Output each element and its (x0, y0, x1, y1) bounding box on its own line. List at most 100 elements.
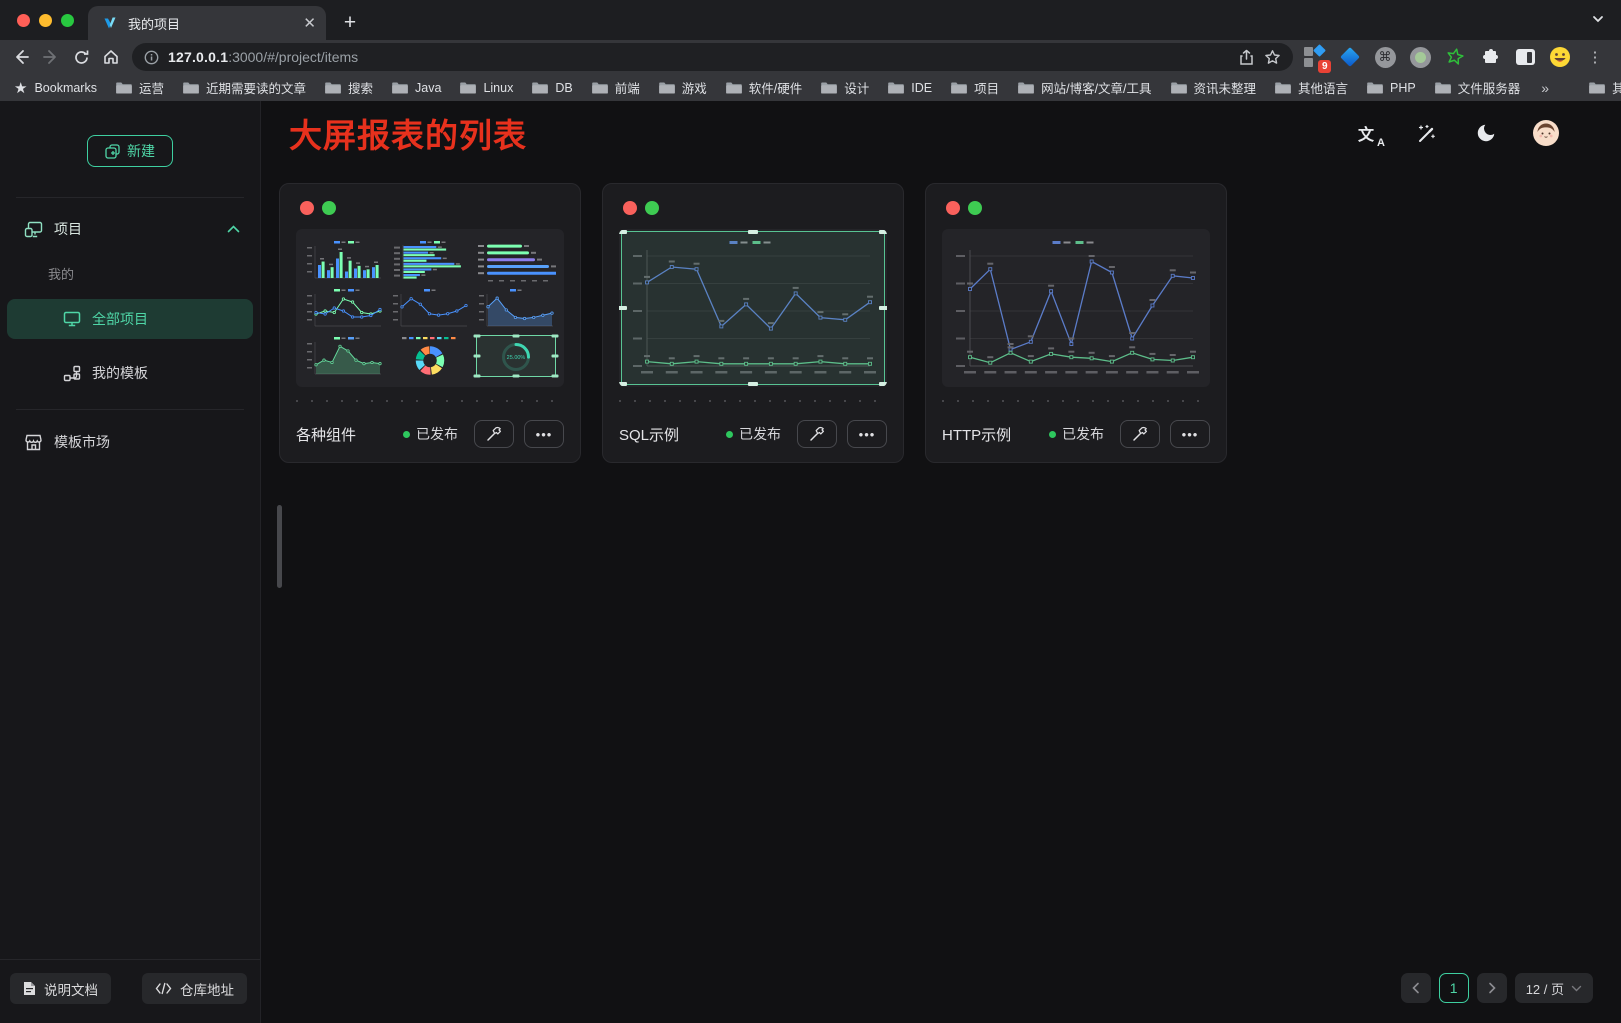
bookmark-folder[interactable]: 搜索 (325, 78, 373, 97)
folder-icon (183, 81, 199, 94)
dotted-divider (296, 400, 564, 402)
repository-button[interactable]: 仓库地址 (142, 973, 247, 1004)
zoom-window-button[interactable] (61, 14, 74, 27)
bookmark-folder[interactable]: Java (392, 81, 441, 95)
extension-record-icon[interactable] (1408, 45, 1432, 69)
bookmark-folder[interactable]: 设计 (821, 78, 869, 97)
project-thumbnail[interactable] (619, 229, 887, 387)
bookmark-folder[interactable]: 其他语言 (1275, 78, 1348, 97)
edit-project-button[interactable] (797, 420, 837, 448)
browser-menu-icon[interactable]: ⋮ (1583, 45, 1607, 69)
bookmark-folder[interactable]: DB (532, 81, 572, 95)
prev-page-button[interactable] (1401, 973, 1431, 1003)
tab-close-icon[interactable]: ✕ (303, 16, 316, 31)
magic-wand-icon[interactable] (1413, 120, 1439, 146)
extension-command-icon[interactable]: ⌘ (1373, 45, 1397, 69)
hammer-icon (486, 426, 502, 442)
red-dot (946, 201, 960, 215)
tab-search-chevron-icon[interactable] (1591, 12, 1605, 31)
bookmarks-root[interactable]: ★ Bookmarks (14, 79, 97, 97)
document-icon (23, 981, 36, 996)
sidebar-item-all-projects[interactable]: 全部项目 (7, 299, 253, 339)
more-actions-button[interactable]: ••• (847, 420, 887, 448)
mini-chart (302, 285, 386, 331)
bookmarks-overflow-chevron[interactable]: » (1539, 80, 1551, 96)
status-dot (403, 431, 410, 438)
reload-button[interactable] (66, 43, 96, 71)
dark-mode-moon-icon[interactable] (1473, 120, 1499, 146)
current-page-button[interactable]: 1 (1439, 973, 1469, 1003)
extension-gem-icon[interactable] (1338, 45, 1362, 69)
new-project-button[interactable]: 新建 (87, 135, 173, 167)
bookmark-folder[interactable]: 项目 (951, 78, 999, 97)
more-actions-button[interactable]: ••• (1170, 420, 1210, 448)
bookmark-folder[interactable]: PHP (1367, 81, 1416, 95)
new-tab-button[interactable]: + (336, 9, 364, 37)
docs-button[interactable]: 说明文档 (10, 973, 111, 1004)
tab-title: 我的项目 (128, 14, 293, 33)
share-icon[interactable] (1238, 49, 1255, 66)
bookmark-folder[interactable]: 前端 (592, 78, 640, 97)
url-bar[interactable]: 127.0.0.1:3000/#/project/items (132, 43, 1293, 71)
status-badge: 已发布 (726, 424, 781, 444)
sidebar-item-template-market[interactable]: 模板市场 (7, 422, 253, 462)
folder-icon (1589, 81, 1605, 94)
card-window-dots (942, 196, 1210, 215)
other-bookmarks[interactable]: 其他书签 (1589, 78, 1621, 97)
bookmark-folder[interactable]: 游戏 (659, 78, 707, 97)
bookmark-folder[interactable]: 资讯未整理 (1171, 78, 1257, 97)
bookmark-folder[interactable]: 网站/博客/文章/工具 (1018, 78, 1151, 97)
user-avatar[interactable] (1533, 120, 1559, 146)
edit-project-button[interactable] (1120, 420, 1160, 448)
folder-icon (1171, 81, 1187, 94)
hammer-icon (1132, 426, 1148, 442)
sidebar-footer: 说明文档 仓库地址 (0, 959, 260, 1023)
bookmark-folder[interactable]: 近期需要读的文章 (183, 78, 306, 97)
extensions-puzzle-icon[interactable] (1478, 45, 1502, 69)
bookmark-folder[interactable]: IDE (888, 81, 932, 95)
copy-plus-icon (105, 144, 120, 159)
project-thumbnail[interactable]: 25.00% (296, 229, 564, 387)
back-button[interactable] (6, 43, 36, 71)
page-info-icon[interactable] (144, 50, 159, 65)
minimize-window-button[interactable] (39, 14, 52, 27)
browser-tab[interactable]: 我的项目 ✕ (88, 6, 326, 40)
hammer-icon (809, 426, 825, 442)
forward-button[interactable] (36, 43, 66, 71)
template-flow-icon (63, 365, 81, 382)
main-content: 大屏报表的列表 文A (261, 101, 1621, 1023)
edit-project-button[interactable] (474, 420, 514, 448)
extension-star-icon[interactable] (1443, 45, 1467, 69)
folder-icon (116, 81, 132, 94)
sidebar-section-project[interactable]: 项目 (0, 198, 260, 239)
profile-avatar-icon[interactable] (1548, 45, 1572, 69)
project-name: 各种组件 (296, 424, 356, 445)
home-button[interactable] (96, 43, 126, 71)
bookmark-folder[interactable]: Linux (460, 81, 513, 95)
sidebar-divider (16, 409, 244, 410)
folder-icon (1367, 81, 1383, 94)
sidebar-item-my-templates[interactable]: 我的模板 (7, 353, 253, 393)
content-scrollbar[interactable] (277, 505, 282, 588)
mini-chart (474, 237, 558, 283)
bookmarks-bar: ★ Bookmarks 运营近期需要读的文章搜索 Java Linux DB 前端游戏软… (0, 74, 1621, 101)
bookmark-folder[interactable]: 软件/硬件 (726, 78, 802, 97)
screens-icon (24, 221, 43, 238)
bookmark-star-icon[interactable] (1264, 49, 1281, 66)
more-actions-button[interactable]: ••• (524, 420, 564, 448)
project-thumbnail[interactable] (942, 229, 1210, 387)
page-size-select[interactable]: 12 / 页 (1515, 973, 1593, 1003)
extension-grid-icon[interactable]: 9 (1303, 45, 1327, 69)
mini-chart (388, 237, 472, 283)
status-badge: 已发布 (1049, 424, 1104, 444)
ellipsis-icon: ••• (536, 427, 553, 442)
project-card-list: 25.00% 各种组件 已发布 ••• (261, 165, 1621, 463)
side-panel-icon[interactable] (1513, 45, 1537, 69)
language-icon[interactable]: 文A (1353, 120, 1379, 146)
next-page-button[interactable] (1477, 973, 1507, 1003)
bookmark-folder[interactable]: 文件服务器 (1435, 78, 1521, 97)
chevron-down-icon (1571, 985, 1582, 992)
bookmark-folder[interactable]: 运营 (116, 78, 164, 97)
folder-icon (821, 81, 837, 94)
close-window-button[interactable] (17, 14, 30, 27)
